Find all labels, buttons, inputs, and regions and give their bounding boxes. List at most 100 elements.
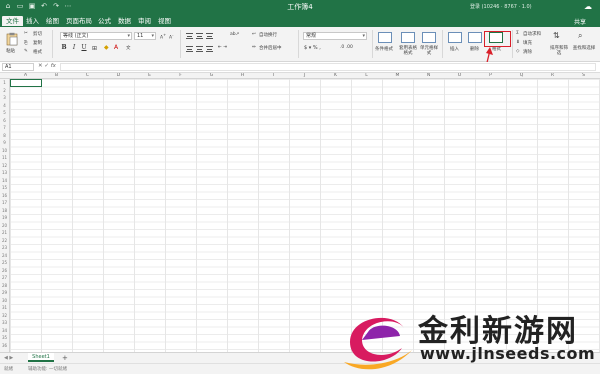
- row-header[interactable]: 1: [0, 80, 9, 85]
- row-header[interactable]: 9: [0, 140, 9, 145]
- align-top-icon[interactable]: [186, 33, 193, 39]
- row-header[interactable]: 30: [0, 298, 9, 303]
- conditional-format-button[interactable]: 条件格式: [374, 30, 396, 58]
- share-button[interactable]: 共享: [574, 17, 586, 26]
- row-header[interactable]: 16: [0, 193, 9, 198]
- align-center-icon[interactable]: [196, 46, 203, 52]
- cut-button[interactable]: ✂ 剪切: [24, 30, 46, 38]
- row-header[interactable]: 24: [0, 253, 9, 258]
- copy-button[interactable]: ⎘ 复制: [24, 39, 46, 47]
- cell-styles-button[interactable]: 单元格样式: [418, 30, 440, 58]
- cloud-icon[interactable]: ☁: [584, 2, 592, 11]
- row-header[interactable]: 6: [0, 118, 9, 123]
- brush-icon: ✎: [24, 49, 28, 54]
- tab-view[interactable]: 视图: [154, 16, 175, 26]
- row-header[interactable]: 11: [0, 155, 9, 160]
- fx-icon[interactable]: fx: [51, 63, 56, 69]
- italic-button[interactable]: I: [70, 44, 78, 52]
- row-header[interactable]: 35: [0, 335, 9, 340]
- border-icon[interactable]: ⊞: [92, 45, 97, 52]
- phonetic-icon[interactable]: 文: [126, 45, 131, 51]
- font-color-icon[interactable]: A: [114, 44, 118, 51]
- autosum-button[interactable]: 自动求和: [523, 31, 541, 37]
- divider: [442, 30, 443, 58]
- name-box[interactable]: A1: [2, 63, 34, 71]
- sheet-tab[interactable]: Sheet1: [28, 353, 54, 362]
- row-header[interactable]: 10: [0, 148, 9, 153]
- find-select-button[interactable]: ⌕ 查找和选择: [572, 30, 596, 58]
- cancel-icon[interactable]: ✕: [38, 63, 43, 69]
- formula-input[interactable]: [60, 63, 596, 71]
- row-header[interactable]: 21: [0, 230, 9, 235]
- sort-filter-button[interactable]: ⇅ 排序和筛选: [548, 30, 570, 58]
- decrease-font-icon[interactable]: A-: [169, 33, 173, 41]
- format-painter-button[interactable]: ✎ 格式: [24, 48, 46, 56]
- insert-cells-button[interactable]: 插入: [446, 30, 464, 58]
- paste-button[interactable]: 粘贴: [4, 30, 20, 58]
- row-header[interactable]: 8: [0, 133, 9, 138]
- row-header[interactable]: 31: [0, 305, 9, 310]
- clear-button[interactable]: 清除: [523, 49, 532, 55]
- row-header[interactable]: 32: [0, 313, 9, 318]
- row-header[interactable]: 29: [0, 290, 9, 295]
- row-header[interactable]: 33: [0, 320, 9, 325]
- tab-insert[interactable]: 插入: [22, 16, 43, 26]
- fill-color-icon[interactable]: ◆: [104, 44, 109, 51]
- bold-button[interactable]: B: [60, 44, 68, 52]
- add-sheet-button[interactable]: +: [62, 354, 68, 362]
- align-middle-icon[interactable]: [196, 33, 203, 39]
- row-header[interactable]: 13: [0, 170, 9, 175]
- row-header[interactable]: 28: [0, 283, 9, 288]
- row-header[interactable]: 12: [0, 163, 9, 168]
- row-header[interactable]: 36: [0, 343, 9, 348]
- tab-review[interactable]: 审阅: [134, 16, 155, 26]
- tab-page-layout[interactable]: 页面布局: [62, 16, 96, 26]
- row-header[interactable]: 20: [0, 223, 9, 228]
- tab-draw[interactable]: 绘图: [42, 16, 63, 26]
- row-header[interactable]: 14: [0, 178, 9, 183]
- account-info[interactable]: 登录 (10246 · 8767 · 1.0): [470, 3, 532, 10]
- row-header[interactable]: 25: [0, 260, 9, 265]
- row-header[interactable]: 15: [0, 185, 9, 190]
- merge-center-button[interactable]: 合并后居中: [259, 45, 282, 51]
- row-header[interactable]: 7: [0, 125, 9, 130]
- row-header[interactable]: 2: [0, 88, 9, 93]
- row-header[interactable]: 3: [0, 95, 9, 100]
- copy-icon: ⎘: [24, 41, 28, 46]
- fill-icon: ⬇: [516, 40, 520, 45]
- row-header[interactable]: 23: [0, 245, 9, 250]
- indent-icon[interactable]: ⇤ ⇥: [218, 45, 227, 50]
- decimal-icon[interactable]: .0 .00: [340, 45, 353, 50]
- tab-formulas[interactable]: 公式: [94, 16, 115, 26]
- scissors-icon: ✂: [24, 31, 28, 36]
- row-header[interactable]: 18: [0, 208, 9, 213]
- row-header[interactable]: 19: [0, 215, 9, 220]
- row-header[interactable]: 4: [0, 103, 9, 108]
- wrap-text-icon: ↩: [252, 32, 256, 37]
- row-header[interactable]: 26: [0, 268, 9, 273]
- row-header[interactable]: 17: [0, 200, 9, 205]
- format-as-table-button[interactable]: 套用表格格式: [397, 30, 419, 58]
- underline-button[interactable]: U: [80, 44, 88, 52]
- row-header[interactable]: 22: [0, 238, 9, 243]
- tab-data[interactable]: 数据: [114, 16, 135, 26]
- row-header[interactable]: 27: [0, 275, 9, 280]
- currency-icon[interactable]: $ ▾ % ,: [304, 45, 321, 51]
- increase-font-icon[interactable]: A+: [160, 33, 166, 41]
- sheet-nav-arrows[interactable]: ◀ ▶: [4, 355, 13, 361]
- accessibility-status[interactable]: 辅助功能: 一切就绪: [28, 366, 67, 372]
- number-format-select[interactable]: 常规: [303, 32, 367, 40]
- active-cell-a1[interactable]: [10, 79, 42, 87]
- row-header[interactable]: 34: [0, 328, 9, 333]
- row-header[interactable]: 5: [0, 110, 9, 115]
- tab-file[interactable]: 文件: [2, 16, 23, 26]
- enter-icon[interactable]: ✓: [44, 63, 49, 69]
- orientation-icon[interactable]: ab↗: [230, 32, 239, 37]
- font-name-select[interactable]: 等线 (正文): [60, 32, 132, 40]
- align-right-icon[interactable]: [206, 46, 213, 52]
- align-bottom-icon[interactable]: [206, 33, 213, 39]
- align-left-icon[interactable]: [186, 46, 193, 52]
- font-size-select[interactable]: 11: [134, 32, 156, 40]
- fill-button[interactable]: 填充: [523, 40, 532, 46]
- wrap-text-button[interactable]: 自动换行: [259, 32, 277, 38]
